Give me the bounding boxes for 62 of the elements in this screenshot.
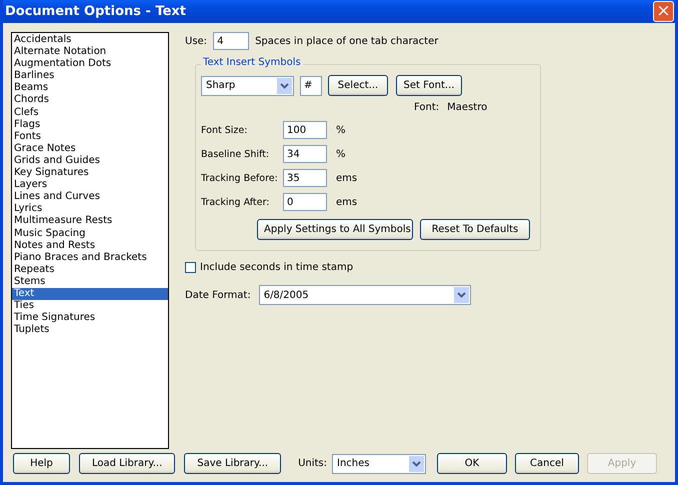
list-item[interactable]: Chords <box>12 94 168 107</box>
list-item[interactable]: Text <box>12 288 168 300</box>
unit-label: % <box>336 124 346 136</box>
symbol-dropdown[interactable]: Sharp <box>201 76 294 96</box>
date-format-label: Date Format: <box>185 290 251 300</box>
list-item[interactable]: Stems <box>12 276 168 288</box>
field-label: Tracking Before: <box>201 172 279 184</box>
unit-label: ems <box>336 172 358 184</box>
list-item[interactable]: Grace Notes <box>12 142 168 155</box>
list-item[interactable]: Ties <box>12 300 168 312</box>
list-item[interactable]: Grids and Guides <box>12 154 168 168</box>
checkbox-label: Include seconds in time stamp <box>200 262 354 273</box>
list-item[interactable]: Time Signatures <box>12 312 168 324</box>
list-item[interactable]: Alternate Notation <box>12 46 168 58</box>
spaces-label: Spaces in place of one tab character <box>255 36 438 46</box>
use-field[interactable]: 4 <box>213 32 250 50</box>
input-field[interactable]: 35 <box>283 169 327 187</box>
field-label: Tracking After: <box>201 196 270 208</box>
list-item[interactable]: Augmentation Dots <box>12 58 168 70</box>
units-dropdown[interactable]: Inches <box>332 454 426 474</box>
font-value: Maestro <box>447 102 488 113</box>
units-label: Units: <box>298 458 327 469</box>
list-item[interactable]: Lines and Curves <box>12 191 168 204</box>
window-title: Document Options - Text <box>5 4 186 19</box>
group-title: Text Insert Symbols <box>201 57 303 68</box>
dialog-button[interactable]: Reset To Defaults <box>420 219 530 240</box>
dialog-button[interactable]: Save Library... <box>184 453 282 474</box>
dialog-button[interactable]: Cancel <box>515 453 579 474</box>
field-label: Font Size: <box>201 124 248 136</box>
list-item[interactable]: Barlines <box>12 70 168 82</box>
list-item[interactable]: Music Spacing <box>12 228 168 240</box>
field-label: Baseline Shift: <box>201 148 270 160</box>
dialog-button[interactable]: Select... <box>328 75 388 96</box>
input-field[interactable]: 34 <box>283 145 327 163</box>
unit-label: ems <box>336 196 358 208</box>
list-item[interactable]: Notes and Rests <box>12 240 168 252</box>
dialog-button[interactable]: Apply Settings to All Symbols <box>257 219 413 240</box>
list-item[interactable]: Key Signatures <box>12 167 168 180</box>
unit-label: % <box>336 148 346 160</box>
list-item[interactable]: Multimeasure Rests <box>12 215 168 228</box>
checkbox[interactable] <box>185 262 196 273</box>
font-label: Font: <box>414 102 440 113</box>
list-item[interactable]: Repeats <box>12 264 168 276</box>
list-item[interactable]: Fonts <box>12 130 168 143</box>
character-field[interactable]: # <box>300 76 322 96</box>
list-item[interactable]: Tuplets <box>12 324 168 336</box>
list-item[interactable]: Clefs <box>12 106 168 119</box>
dialog-button[interactable]: Set Font... <box>396 75 462 96</box>
input-field[interactable]: 100 <box>283 121 327 139</box>
list-item[interactable]: Flags <box>12 118 168 131</box>
list-item[interactable]: Lyrics <box>12 203 168 216</box>
list-item[interactable]: Piano Braces and Brackets <box>12 252 168 264</box>
list-item[interactable]: Beams <box>12 82 168 94</box>
date-format-dropdown[interactable]: 6/8/2005 <box>258 285 471 305</box>
dialog-button[interactable]: Help <box>13 453 70 474</box>
dialog-button[interactable]: OK <box>437 453 507 474</box>
list-item[interactable]: Layers <box>12 179 168 192</box>
list-item[interactable]: Accidentals <box>12 34 168 46</box>
dialog-button[interactable]: Load Library... <box>79 453 176 474</box>
use-label: Use: <box>185 36 208 46</box>
input-field[interactable]: 0 <box>283 193 327 211</box>
close-button[interactable]: × <box>653 1 674 22</box>
